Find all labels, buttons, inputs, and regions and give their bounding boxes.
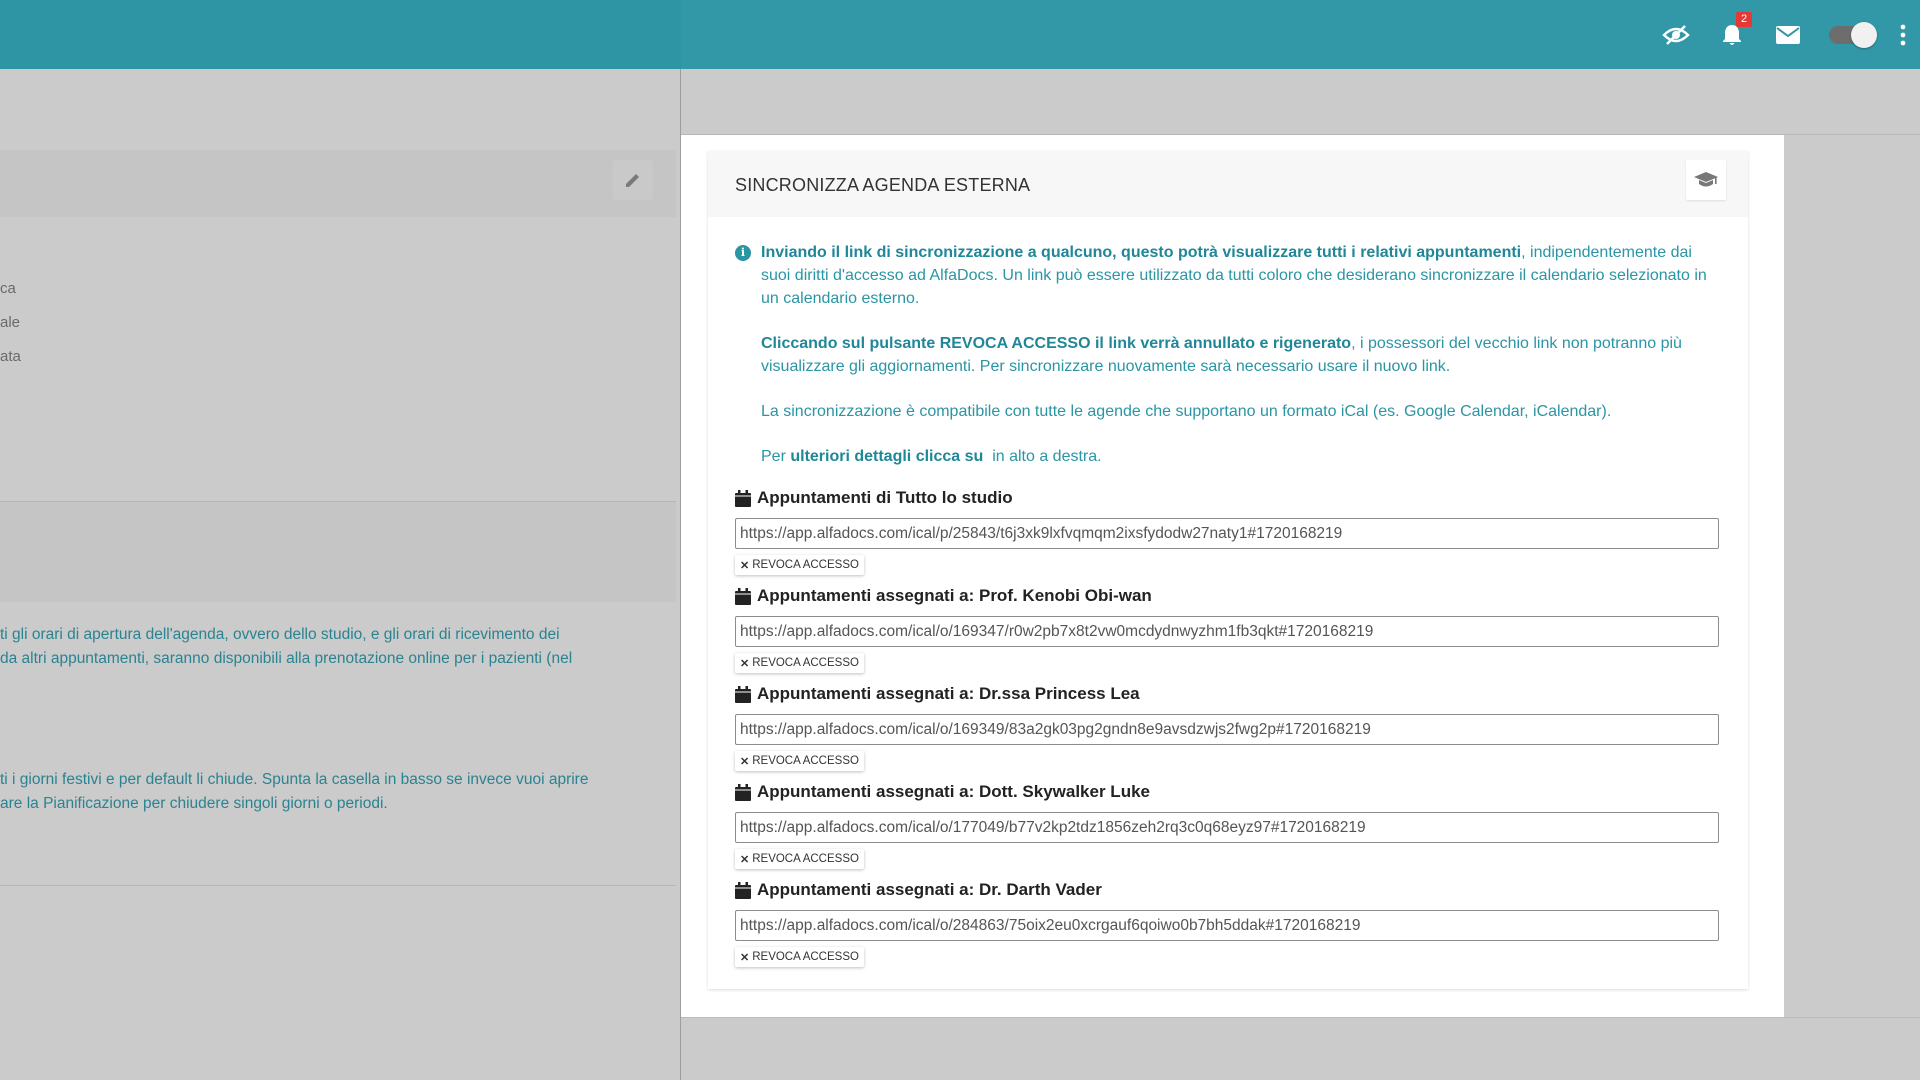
card-header: SINCRONIZZA AGENDA ESTERNA (708, 151, 1748, 217)
calendar-icon (735, 587, 751, 605)
revoke-access-button[interactable]: ✕ REVOCA ACCESSO (735, 947, 864, 967)
calendar-icon (735, 881, 751, 899)
info-icon: i (735, 245, 751, 261)
sync-agenda-modal: SINCRONIZZA AGENDA ESTERNA i Inviando il… (681, 135, 1784, 1017)
revoke-access-button[interactable]: ✕ REVOCA ACCESSO (735, 751, 864, 771)
revoke-label: REVOCA ACCESSO (752, 853, 859, 865)
calendar-entry: Appuntamenti di Tutto lo studio ✕REVOCA … (735, 487, 1719, 575)
help-button[interactable] (1686, 160, 1726, 200)
calendar-title: Appuntamenti assegnati a: Dr.ssa Princes… (735, 683, 1719, 705)
notifications-button[interactable]: 2 (1704, 0, 1760, 69)
info-paragraph: Per ulteriori dettagli clicca su in alto… (761, 445, 1725, 468)
graduation-cap-icon (1694, 172, 1718, 187)
revoke-label: REVOCA ACCESSO (752, 559, 859, 571)
revoke-label: REVOCA ACCESSO (752, 657, 859, 669)
background-section-header (0, 502, 676, 602)
top-bar-actions: 2 (1648, 0, 1920, 69)
info-text: in alto a destra. (983, 448, 1102, 465)
eye-off-icon[interactable] (1648, 0, 1704, 69)
revoke-access-button[interactable]: ✕ REVOCA ACCESSO (735, 555, 864, 575)
sync-agenda-card: SINCRONIZZA AGENDA ESTERNA i Inviando il… (708, 151, 1748, 989)
info-bold: ulteriori dettagli clicca su (790, 448, 984, 465)
mail-icon[interactable] (1760, 0, 1816, 69)
calendar-entry: Appuntamenti assegnati a: Prof. Kenobi O… (735, 585, 1719, 673)
background-text: da altri appuntamenti, saranno disponibi… (0, 650, 573, 667)
background-paragraph: ti i giorni festivi e per default li chi… (0, 768, 588, 816)
mode-toggle[interactable] (1816, 0, 1886, 69)
revoke-label: REVOCA ACCESSO (752, 951, 859, 963)
calendar-icon (735, 489, 751, 507)
divider (0, 885, 676, 886)
calendar-title-text: Appuntamenti assegnati a: Dott. Skywalke… (757, 782, 1150, 801)
calendar-link-input[interactable] (735, 518, 1719, 549)
calendar-entry: Appuntamenti assegnati a: Dr. Darth Vade… (735, 879, 1719, 967)
toggle-switch[interactable] (1829, 21, 1877, 48)
revoke-access-button[interactable]: ✕ REVOCA ACCESSO (735, 653, 864, 673)
info-bold: Cliccando sul pulsante REVOCA ACCESSO il… (761, 335, 1352, 352)
edit-button[interactable] (613, 160, 653, 200)
calendar-title: Appuntamenti assegnati a: Dr. Darth Vade… (735, 879, 1719, 901)
calendar-title-text: Appuntamenti assegnati a: Prof. Kenobi O… (757, 586, 1152, 605)
pencil-icon (626, 174, 639, 187)
background-paragraph: ti gli orari di apertura dell'agenda, ov… (0, 623, 572, 671)
calendar-link-input[interactable] (735, 714, 1719, 745)
background-text: ti gli orari di apertura dell'agenda, ov… (0, 626, 560, 643)
overlay-area (681, 1017, 1920, 1080)
top-bar-left (0, 0, 681, 69)
background-line: ata (0, 348, 21, 365)
overlay-area (1784, 135, 1920, 1017)
calendar-entry: Appuntamenti assegnati a: Dr.ssa Princes… (735, 683, 1719, 771)
calendar-entry: Appuntamenti assegnati a: Dott. Skywalke… (735, 781, 1719, 869)
calendar-title-text: Appuntamenti di Tutto lo studio (757, 488, 1013, 507)
overlay-area (681, 69, 1920, 135)
info-paragraph: La sincronizzazione è compatibile con tu… (761, 400, 1725, 423)
calendar-title: Appuntamenti assegnati a: Dott. Skywalke… (735, 781, 1719, 803)
calendar-icon (735, 685, 751, 703)
close-icon: ✕ (740, 559, 750, 572)
background-card-header (0, 150, 676, 217)
close-icon: ✕ (740, 853, 750, 866)
close-icon: ✕ (740, 755, 750, 768)
close-icon: ✕ (740, 657, 750, 670)
revoke-label: REVOCA ACCESSO (752, 755, 859, 767)
calendar-link-input[interactable] (735, 910, 1719, 941)
background-text: ti i giorni festivi e per default li chi… (0, 771, 589, 788)
background-line: ale (0, 314, 21, 331)
background-list: ca ale ata (0, 272, 21, 374)
info-text: Per (761, 448, 791, 465)
top-bar: 2 (0, 0, 1920, 69)
info-bold: Inviando il link di sincronizzazione a q… (761, 244, 1522, 261)
more-vert-icon[interactable] (1886, 0, 1920, 69)
close-icon: ✕ (740, 951, 750, 964)
background-line: ca (0, 280, 16, 297)
calendar-link-input[interactable] (735, 616, 1719, 647)
info-paragraph: Inviando il link di sincronizzazione a q… (761, 241, 1725, 310)
revoke-access-button[interactable]: ✕ REVOCA ACCESSO (735, 849, 864, 869)
notifications-badge: 2 (1736, 12, 1752, 27)
modal-title: SINCRONIZZA AGENDA ESTERNA (735, 175, 1031, 195)
background-text: are la Pianificazione per chiudere singo… (0, 795, 388, 812)
calendar-title: Appuntamenti assegnati a: Prof. Kenobi O… (735, 585, 1719, 607)
calendar-icon (735, 783, 751, 801)
calendar-link-input[interactable] (735, 812, 1719, 843)
info-paragraph: Cliccando sul pulsante REVOCA ACCESSO il… (761, 332, 1725, 378)
calendar-title: Appuntamenti di Tutto lo studio (735, 487, 1719, 509)
info-box: i Inviando il link di sincronizzazione a… (735, 241, 1725, 490)
calendar-title-text: Appuntamenti assegnati a: Dr. Darth Vade… (757, 880, 1102, 899)
info-text: La sincronizzazione è compatibile con tu… (761, 403, 1612, 420)
calendar-title-text: Appuntamenti assegnati a: Dr.ssa Princes… (757, 684, 1140, 703)
